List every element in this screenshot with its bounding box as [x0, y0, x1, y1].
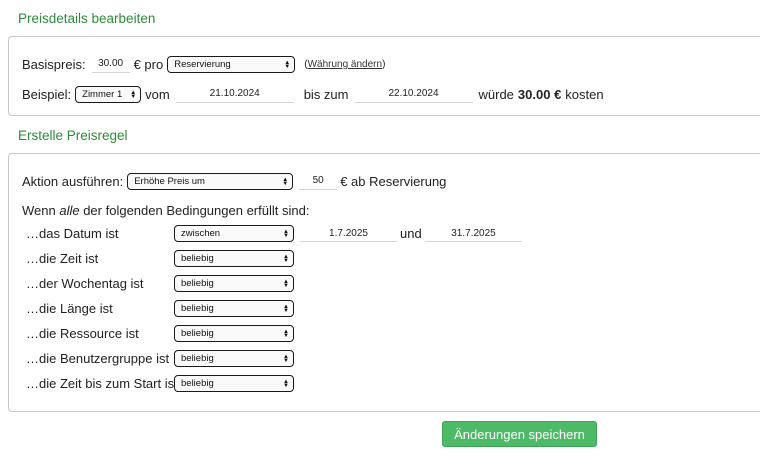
condition-label: …der Wochentag ist	[26, 276, 144, 291]
price-unit-select-value: Reservierung	[174, 59, 231, 70]
action-value-input[interactable]	[299, 173, 338, 190]
example-room-select-value: Zimmer 1	[82, 89, 123, 100]
conditions-intro: Wenn alle der folgenden Bedingungen erfü…	[22, 203, 310, 218]
action-label: Aktion ausführen:	[22, 174, 124, 189]
would-cost-prefix: würde	[478, 87, 514, 102]
price-rule-title: Erstelle Preisregel	[18, 128, 128, 143]
condition-date-to-input[interactable]	[425, 226, 522, 242]
base-price-input[interactable]	[91, 56, 130, 73]
example-row: Beispiel: Zimmer 1 ▲▼ vom bis zum würde …	[22, 86, 604, 103]
condition-label: …die Benutzergruppe ist	[26, 351, 170, 366]
condition-date-select[interactable]: zwischen ▲ ▼	[174, 225, 294, 242]
select-arrows-icon: ▲ ▼	[283, 278, 289, 289]
to-date-input[interactable]	[354, 86, 473, 103]
base-price-label: Basispreis:	[22, 57, 86, 72]
would-cost-suffix: kosten	[565, 87, 604, 102]
action-suffix-label: € ab Reservierung	[340, 174, 447, 189]
action-select-value: Erhöhe Preis um	[134, 176, 205, 187]
condition-time-select[interactable]: beliebig ▲ ▼	[174, 250, 294, 267]
select-arrows-icon: ▲ ▼	[283, 378, 289, 389]
action-row: Aktion ausführen: Erhöhe Preis um ▲▼ € a…	[22, 173, 446, 190]
condition-length-select[interactable]: beliebig ▲ ▼	[174, 300, 294, 317]
price-unit-select[interactable]: Reservierung ▲ ▼	[167, 56, 296, 73]
condition-label: …die Zeit ist	[26, 251, 99, 266]
select-arrows-icon: ▲ ▼	[283, 228, 289, 239]
select-arrows-icon: ▲ ▼	[282, 176, 289, 187]
save-changes-button[interactable]: Änderungen speichern	[442, 421, 597, 447]
select-arrows-icon: ▲ ▼	[283, 303, 289, 314]
condition-label: …die Ressource ist	[26, 326, 139, 341]
select-arrows-icon: ▲ ▼	[284, 59, 291, 70]
select-arrows-icon: ▲ ▼	[283, 328, 289, 339]
select-arrows-icon: ▲ ▼	[283, 353, 289, 364]
condition-date-and-label: und	[400, 226, 422, 241]
price-details-title: Preisdetails bearbeiten	[18, 11, 156, 26]
price-details-panel	[8, 36, 760, 116]
would-cost-amount: 30.00 €	[517, 87, 562, 102]
condition-label: …die Länge ist	[26, 301, 113, 316]
change-currency-link[interactable]: Währung ändern	[308, 59, 383, 70]
condition-resource-select[interactable]: beliebig ▲ ▼	[174, 325, 294, 342]
condition-time-to-start-select[interactable]: beliebig ▲ ▼	[174, 375, 294, 392]
select-arrows-icon: ▲ ▼	[130, 89, 137, 100]
condition-label: …die Zeit bis zum Start ist	[26, 376, 178, 391]
base-price-row: Basispreis: € pro Reservierung ▲▼ (Währu…	[22, 56, 385, 73]
from-label: vom	[145, 87, 170, 102]
action-select[interactable]: Erhöhe Preis um ▲ ▼	[127, 173, 294, 190]
from-date-input[interactable]	[175, 86, 294, 103]
example-label: Beispiel:	[22, 87, 72, 102]
example-room-select[interactable]: Zimmer 1 ▲ ▼	[75, 86, 142, 103]
to-label: bis zum	[303, 87, 349, 102]
condition-weekday-select[interactable]: beliebig ▲ ▼	[174, 275, 294, 292]
select-arrows-icon: ▲ ▼	[283, 253, 289, 264]
currency-per-label: € pro	[133, 57, 164, 72]
condition-usergroup-select[interactable]: beliebig ▲ ▼	[174, 350, 294, 367]
condition-date-from-input[interactable]	[300, 226, 397, 242]
condition-label: …das Datum ist	[26, 226, 119, 241]
